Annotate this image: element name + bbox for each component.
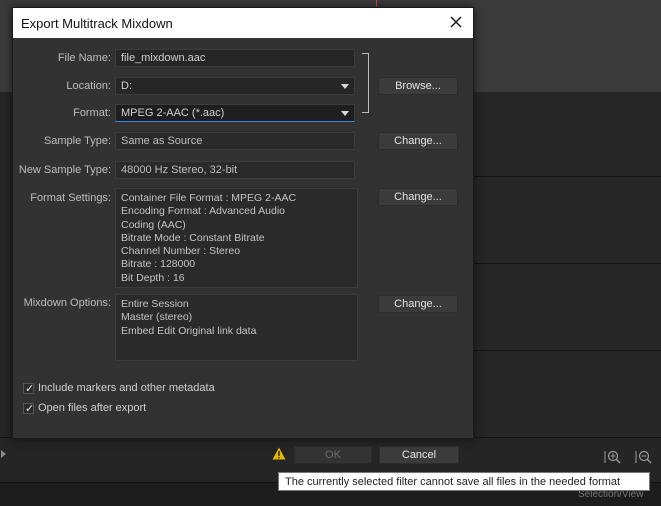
location-select[interactable]: D: [115,77,355,95]
checkmark-icon: ✓ [25,383,35,395]
format-setting-line: Coding (AAC) [121,218,186,231]
mixdown-option-line: Embed Edit Original link data [121,324,257,337]
format-setting-line: Channel Number : Stereo [121,245,241,258]
format-value: MPEG 2-AAC (*.aac) [121,107,225,119]
sample-type-label: Sample Type: [43,135,111,147]
format-settings-box: Container File Format : MPEG 2-AAC Encod… [115,188,358,288]
mixdown-options-label: Mixdown Options: [23,297,111,309]
background-track-divider [472,176,661,177]
include-markers-checkbox[interactable]: ✓ [23,383,35,395]
location-label: Location: [66,80,111,92]
format-settings-change-button[interactable]: Change... [378,188,458,206]
format-select[interactable]: MPEG 2-AAC (*.aac) [115,104,355,122]
file-name-input[interactable]: file_mixdown.aac [115,49,355,67]
field-group-bracket [362,53,369,113]
warning-icon [272,447,286,460]
new-sample-type-label: New Sample Type: [18,164,111,176]
dropdown-arrow-icon [341,111,349,116]
dialog-title: Export Multitrack Mixdown [21,16,173,31]
sample-type-field: Same as Source [115,132,355,150]
warning-tooltip: The currently selected filter cannot sav… [278,472,650,491]
format-setting-line: Bitrate : 128000 [121,258,196,271]
cancel-button[interactable]: Cancel [379,446,459,464]
file-name-label: File Name: [57,52,111,64]
play-icon[interactable] [1,450,6,458]
new-sample-type-field: 48000 Hz Stereo, 32-bit [115,161,355,179]
zoom-in-icon[interactable] [604,449,622,465]
background-track-divider [472,350,661,351]
checkmark-icon: ✓ [25,403,35,415]
export-multitrack-mixdown-dialog: Export Multitrack Mixdown File Name: fil… [12,7,474,439]
format-setting-line: Bitrate Mode : Constant Bitrate [121,231,265,244]
sample-type-change-button[interactable]: Change... [378,132,458,150]
open-files-checkbox[interactable]: ✓ [23,403,35,415]
browse-button[interactable]: Browse... [378,77,458,95]
include-markers-label: Include markers and other metadata [38,382,215,394]
ok-button[interactable]: OK [294,446,372,464]
dropdown-arrow-icon [341,84,349,89]
format-setting-line: Bit Depth : 16 [121,271,185,284]
close-icon[interactable] [447,13,465,31]
location-value: D: [121,80,132,92]
format-label: Format: [73,107,111,119]
mixdown-option-line: Entire Session [121,298,189,310]
background-track-divider [472,263,661,264]
dialog-titlebar[interactable]: Export Multitrack Mixdown [13,8,473,38]
mixdown-options-change-button[interactable]: Change... [378,295,458,313]
format-settings-label: Format Settings: [30,192,111,204]
format-setting-line: Encoding Format : Advanced Audio [121,205,286,218]
open-files-label: Open files after export [38,402,147,414]
mixdown-option-line: Master (stereo) [121,311,193,324]
zoom-out-icon[interactable] [635,449,653,465]
format-setting-line: Container File Format : MPEG 2-AAC [121,192,297,204]
mixdown-options-box: Entire Session Master (stereo) Embed Edi… [115,294,358,361]
